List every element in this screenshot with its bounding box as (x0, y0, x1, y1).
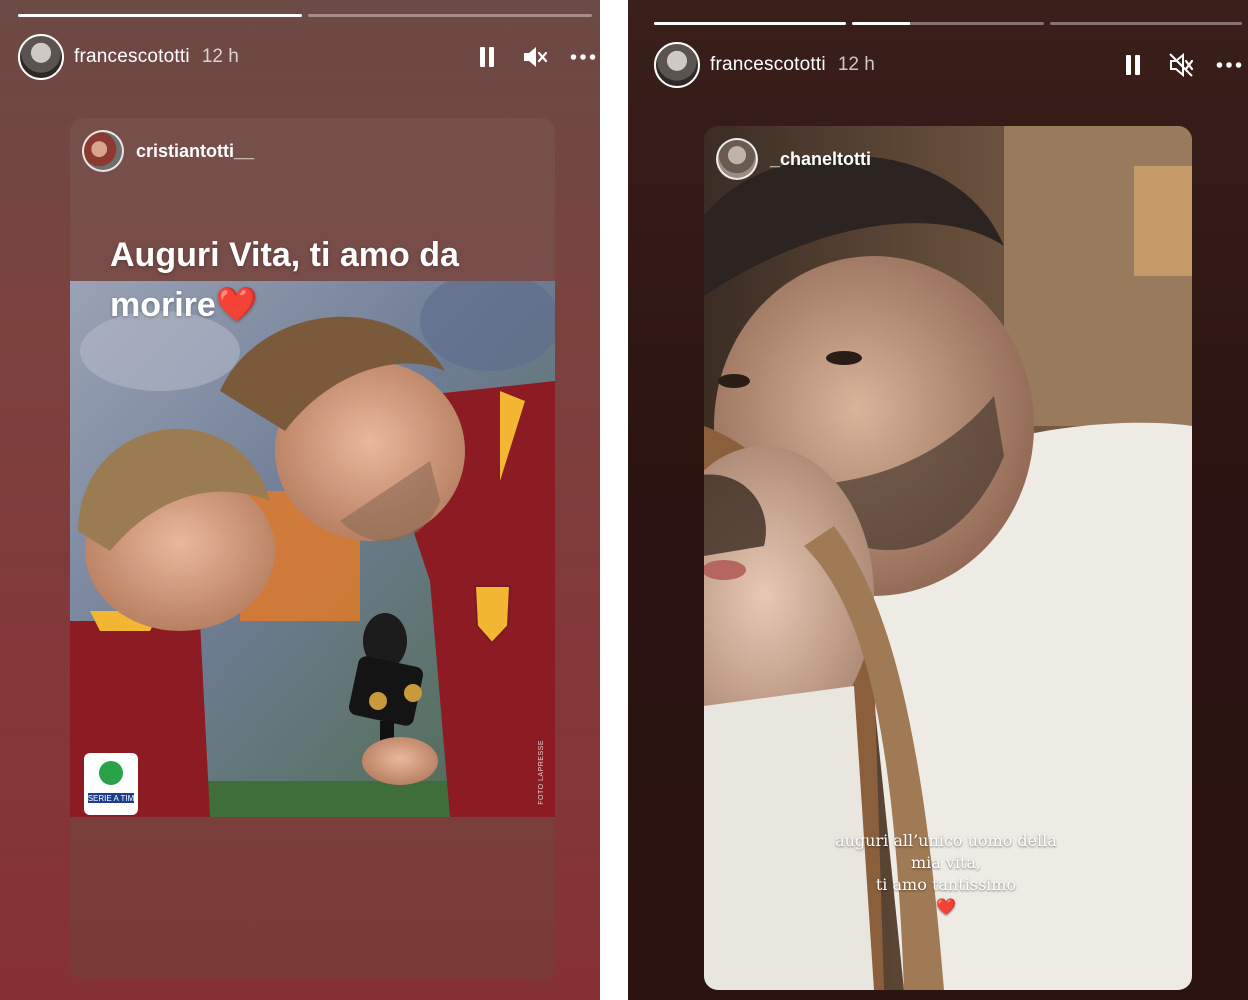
pause-button[interactable] (474, 44, 500, 70)
story-username[interactable]: francescototti (710, 54, 826, 76)
muted-speaker-icon (524, 47, 548, 67)
avatar[interactable] (654, 42, 700, 88)
caption-line: auguri all’unico uomo della (835, 831, 1057, 850)
story-viewer-right[interactable]: francescototti 12 h _chaneltotti auguri … (628, 0, 1248, 1000)
progress-fill (654, 22, 846, 25)
mention-user[interactable]: cristiantotti__ (82, 130, 254, 172)
mute-button[interactable] (522, 44, 548, 70)
mention-user[interactable]: _chaneltotti (716, 138, 871, 180)
mention-avatar (716, 138, 758, 180)
caption-line: mia vita, (910, 853, 982, 872)
photo-father-son-microphone: SERIE A TIM (70, 281, 555, 817)
more-icon (1216, 62, 1242, 68)
progress-segment (1050, 22, 1242, 25)
more-icon (570, 54, 596, 60)
story-caption: auguri all’unico uomo della mia vita, ti… (804, 830, 1088, 918)
story-progress-bar (18, 14, 592, 17)
story-header: francescototti 12 h (654, 42, 1242, 88)
story-username[interactable]: francescototti (74, 46, 190, 68)
more-options-button[interactable] (1216, 52, 1242, 78)
progress-segment (852, 22, 1044, 25)
caption-line: Auguri Vita, ti amo da (110, 236, 459, 274)
caption-line: morire❤️ (110, 280, 530, 330)
progress-segment (308, 14, 592, 17)
story-timestamp: 12 h (837, 54, 875, 75)
serie-a-badge-text: SERIE A TIM (88, 794, 135, 803)
mute-button[interactable] (1168, 52, 1194, 78)
caption-line: ti amo tantissimo (875, 875, 1017, 894)
reshared-story-card[interactable]: _chaneltotti auguri all’unico uomo della… (704, 126, 1192, 990)
mention-username: cristiantotti__ (136, 140, 255, 161)
mention-avatar (82, 130, 124, 172)
story-photo: SERIE A TIM FOTO LAPRESSE (70, 281, 555, 817)
story-controls (1120, 52, 1242, 78)
story-viewer-left[interactable]: francescototti 12 h cristiantotti__ Augu… (0, 0, 600, 1000)
pause-icon (480, 47, 494, 67)
heart-emoji: ❤️ (215, 286, 259, 324)
pause-button[interactable] (1120, 52, 1146, 78)
progress-segment (654, 22, 846, 25)
story-caption: Auguri Vita, ti amo da morire❤️ (110, 230, 530, 330)
story-controls (474, 44, 596, 70)
progress-fill (852, 22, 910, 25)
progress-segment (18, 14, 302, 17)
story-header: francescototti 12 h (18, 34, 596, 80)
muted-speaker-icon (1169, 52, 1194, 78)
progress-fill (18, 14, 302, 17)
heart-emoji: ❤️ (936, 897, 956, 916)
story-timestamp: 12 h (201, 46, 239, 67)
caption-text: morire (110, 286, 216, 324)
mention-username: _chaneltotti (770, 148, 872, 169)
avatar[interactable] (18, 34, 64, 80)
pause-icon (1126, 55, 1140, 75)
reshared-story-card[interactable]: cristiantotti__ Auguri Vita, ti amo da m… (70, 118, 555, 980)
story-progress-bar (654, 22, 1242, 25)
more-options-button[interactable] (570, 44, 596, 70)
photo-credit: FOTO LAPRESSE (538, 740, 545, 805)
